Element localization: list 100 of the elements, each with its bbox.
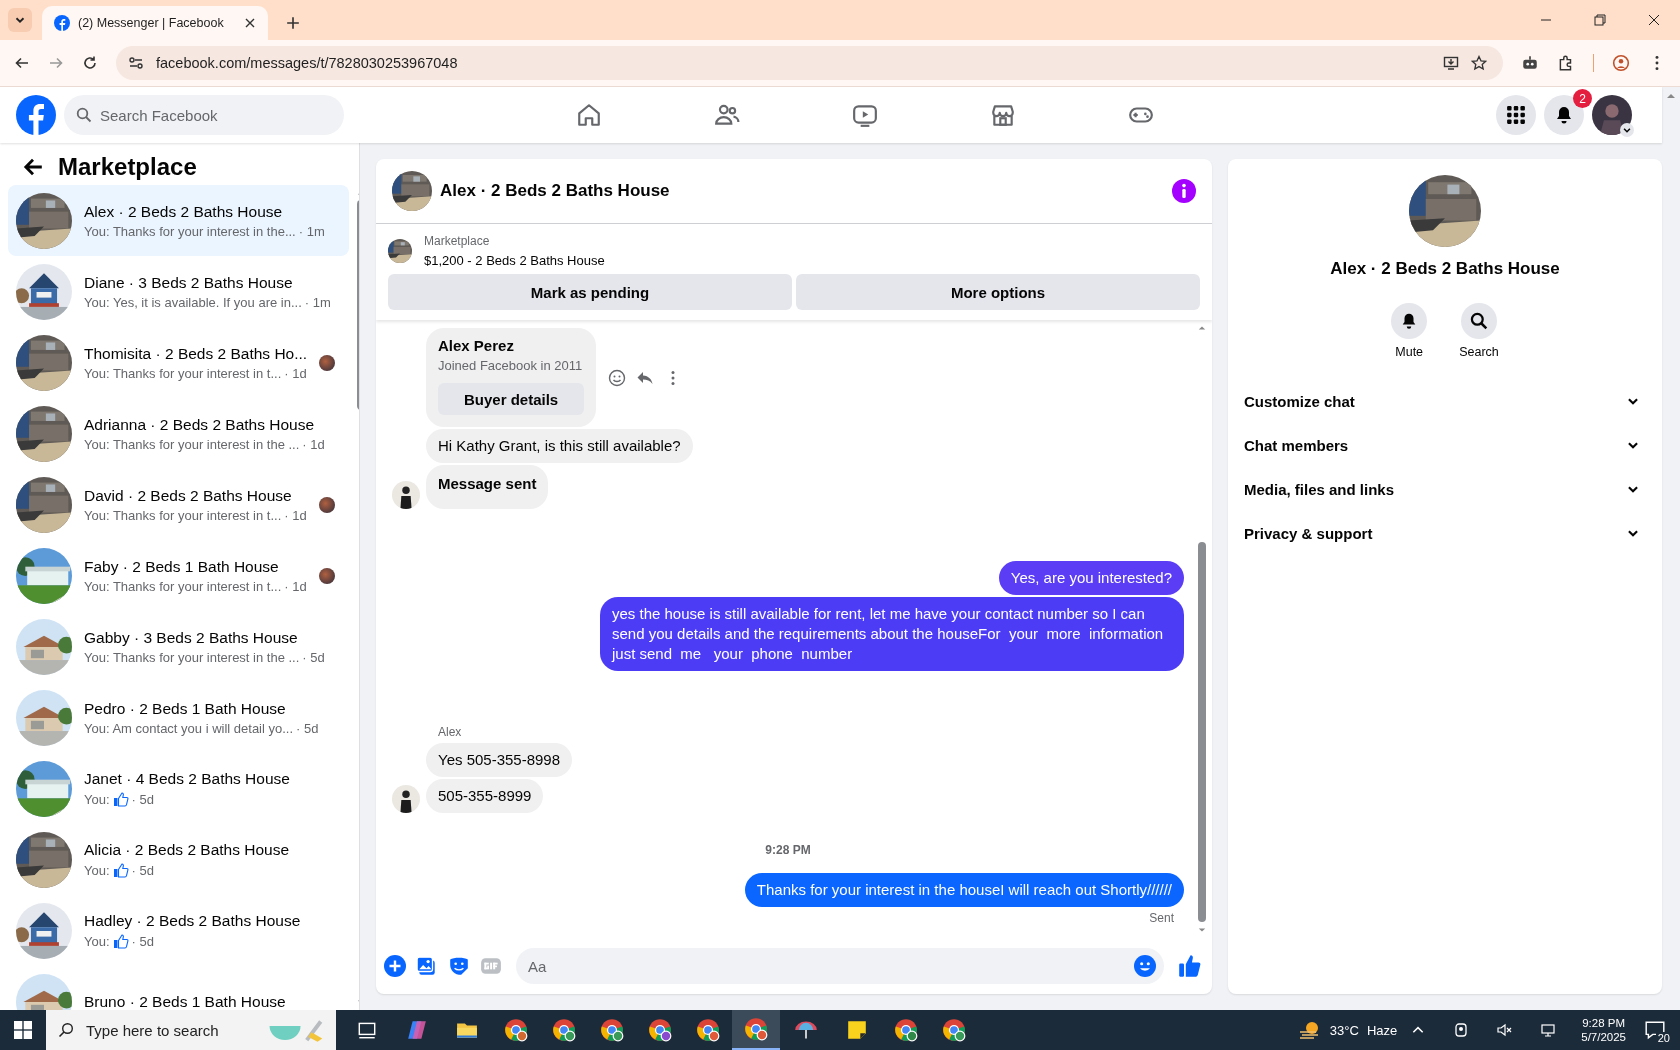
message-bubble: 505-355-8999	[426, 779, 544, 813]
taskbar-search-field[interactable]: Type here to search	[46, 1010, 336, 1050]
info-icon[interactable]	[1172, 179, 1196, 203]
message-preview: You:	[84, 791, 110, 807]
accordion-item[interactable]: Media, files and links	[1236, 467, 1654, 511]
bookmark-star-icon[interactable]	[1471, 55, 1487, 71]
address-bar[interactable]: facebook.com/messages/t/7828030253967048	[116, 46, 1503, 80]
facebook-logo[interactable]	[16, 95, 56, 135]
message-preview: You:	[84, 862, 110, 878]
conversation-name: David · 2 Beds 2 Baths House	[84, 486, 293, 505]
message-bubble: Thanks for your interest in the houseI will reach out Shortly//////	[744, 873, 1184, 907]
accordion-item[interactable]: Privacy & support	[1236, 511, 1654, 555]
thumbs-up-icon	[112, 933, 129, 949]
search-icon	[58, 1022, 74, 1038]
message-time: · 1d	[284, 578, 307, 594]
listing-action-button[interactable]: Mark as pending	[388, 274, 792, 310]
message-preview: You: Am contact you i will detail yo...	[84, 720, 294, 736]
conversation-item[interactable]: David · 2 Beds 2 Baths House You: Thanks for your interest in t... · 1d	[8, 469, 350, 540]
restore-icon[interactable]	[1594, 14, 1606, 26]
conversation-item[interactable]: Gabby · 3 Beds 2 Baths House You: Thanks for your interest in the ... · 5d	[8, 611, 350, 682]
back-arrow-icon[interactable]	[22, 156, 44, 178]
conversation-name: Diane · 3 Beds 2 Baths House	[84, 273, 294, 292]
new-tab-icon[interactable]	[286, 16, 300, 30]
notifications-button[interactable]	[1544, 95, 1584, 135]
search-icon	[1470, 312, 1488, 330]
conversation-name: Pedro · 2 Beds 1 Bath House	[84, 699, 287, 718]
temperature: 33°C	[1329, 1022, 1359, 1038]
camera-icon[interactable]	[1453, 1022, 1470, 1038]
conversation-item[interactable]: Adrianna · 2 Beds 2 Baths House You: Thanks for your interest in the ... · 1d	[8, 398, 350, 469]
conversation-name: Bruno · 2 Beds 1 Bath House	[84, 992, 287, 1010]
install-icon[interactable]	[1443, 55, 1459, 71]
copilot-icon[interactable]	[406, 1019, 428, 1041]
listing-action-button[interactable]: More options	[796, 274, 1200, 310]
mute-button[interactable]	[1391, 303, 1428, 339]
reload-icon[interactable]	[82, 55, 98, 71]
photo-icon[interactable]	[416, 955, 438, 977]
back-icon[interactable]	[14, 55, 30, 71]
bell-icon	[1554, 105, 1574, 125]
clock-date[interactable]: 5/7/2025	[1581, 1031, 1626, 1043]
message-preview: You:	[84, 933, 110, 949]
react-icon[interactable]	[608, 368, 627, 387]
sticky-note-icon[interactable]	[846, 1019, 868, 1041]
action-label: Mute	[1395, 345, 1424, 359]
search-button[interactable]	[1461, 303, 1497, 339]
message-time: · 1d	[284, 365, 307, 381]
thumbs-up-icon	[112, 862, 129, 878]
browser-icon	[600, 1018, 624, 1042]
accordion-item[interactable]: Chat members	[1236, 423, 1654, 467]
conversation-item[interactable]: Diane · 3 Beds 2 Baths House You: Yes, it is available. If you are in... · 1m	[8, 256, 350, 327]
network-icon[interactable]	[1541, 1022, 1558, 1038]
message-time: · 1d	[302, 436, 325, 452]
delivery-status: Sent	[1149, 911, 1174, 925]
message-preview: You: Thanks for your interest in the ...	[84, 436, 300, 452]
scroll-down-icon[interactable]	[1198, 926, 1206, 934]
browser-tab[interactable]: (2) Messenger | Facebook	[42, 6, 268, 40]
listing-label: Marketplace	[424, 234, 491, 248]
close-icon[interactable]	[1648, 14, 1660, 26]
buyer-detail: Joined Facebook in 2011	[438, 358, 584, 373]
conversation-name: Gabby · 3 Beds 2 Baths House	[84, 628, 299, 647]
conversation-item[interactable]: Hadley · 2 Beds 2 Baths House You: · 5d	[8, 895, 350, 966]
message-preview: You: Thanks for your interest in t...	[84, 578, 282, 594]
timestamp: 9:28 PM	[765, 843, 811, 857]
scroll-up-icon[interactable]	[1198, 324, 1206, 332]
conversation-item[interactable]: Alicia · 2 Beds 2 Baths House You: · 5d	[8, 824, 350, 895]
accordion-item[interactable]: Customize chat	[1236, 379, 1654, 423]
conversation-item[interactable]: Janet · 4 Beds 2 Baths House You: · 5d	[8, 753, 350, 824]
conversation-name: Janet · 4 Beds 2 Baths House	[84, 770, 291, 788]
menu-button[interactable]	[1496, 95, 1536, 135]
tab-list-button[interactable]	[8, 8, 32, 32]
thumbs-up-icon[interactable]	[1178, 954, 1202, 978]
caret-icon[interactable]	[1620, 123, 1634, 137]
action-label: Search	[1459, 345, 1499, 359]
conversation-item[interactable]: Faby · 2 Beds 1 Bath House You: Thanks for your interest in t... · 1d	[8, 540, 350, 611]
clock-time[interactable]: 9:28 PM	[1582, 1017, 1626, 1029]
conversation-item[interactable]: Thomisita · 2 Beds 2 Baths Ho... You: Thanks for your interest in t... · 1d	[8, 327, 350, 398]
buyer-name: Alex Perez	[438, 337, 515, 354]
taskbar-button[interactable]	[732, 1010, 780, 1050]
buyer-details-button[interactable]: Buyer details	[438, 383, 585, 415]
message-preview: You: Thanks for your interest in t...	[84, 507, 282, 523]
conversation-item[interactable]: Alex · 2 Beds 2 Baths House You: Thanks for your interest in the... · 1m	[8, 185, 350, 256]
close-icon[interactable]	[244, 17, 256, 29]
search-field[interactable]: Search Facebook	[64, 95, 344, 135]
site-settings-icon[interactable]	[128, 55, 144, 71]
robot-icon[interactable]	[1521, 54, 1539, 72]
browser-icon	[696, 1018, 720, 1042]
chat-title: Alex · 2 Beds 2 Baths House	[440, 181, 670, 201]
scroll-up-icon[interactable]	[1666, 91, 1676, 101]
browser-icon	[744, 1017, 768, 1041]
store-icon	[990, 102, 1016, 128]
message-time: · 5d	[131, 933, 154, 949]
add-icon[interactable]	[384, 955, 406, 977]
conversation-item[interactable]: Pedro · 2 Beds 1 Bath House You: Am contact you i will detail yo... · 5d	[8, 682, 350, 753]
emoji-icon[interactable]	[1134, 955, 1156, 977]
conversation-name: Hadley · 2 Beds 2 Baths House	[84, 912, 302, 930]
windows-start-icon[interactable]	[14, 1021, 32, 1039]
muted-speaker-icon[interactable]	[1497, 1022, 1514, 1038]
home-icon	[576, 102, 602, 128]
sticker-icon[interactable]	[448, 955, 470, 977]
message-field[interactable]: Aa	[516, 948, 1164, 984]
profile-icon[interactable]	[1612, 54, 1630, 72]
